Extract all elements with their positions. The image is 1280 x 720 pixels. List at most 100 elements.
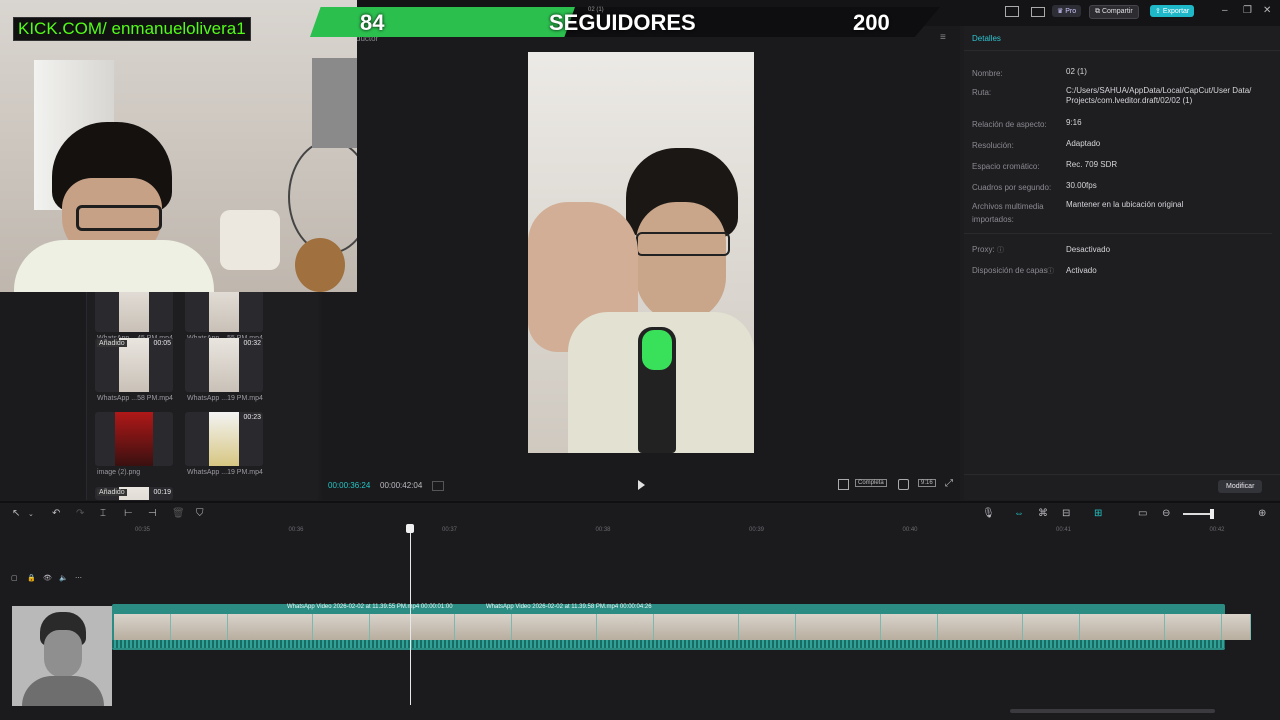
added-badge: Añadido bbox=[97, 489, 127, 496]
marker-icon[interactable]: ⛉ bbox=[196, 509, 204, 519]
pro-badge[interactable]: ♛ Pro bbox=[1052, 5, 1082, 17]
microphone-icon[interactable]: 🎙 bbox=[982, 509, 995, 519]
media-thumbnail[interactable] bbox=[95, 412, 173, 466]
select-dropdown-icon[interactable]: ⌄ bbox=[28, 510, 34, 520]
media-caption: WhatsApp ...19 PM.mp4 bbox=[187, 469, 263, 476]
close-icon[interactable]: ✕ bbox=[1263, 6, 1271, 16]
undo-icon[interactable]: ↶ bbox=[52, 509, 60, 519]
layout-icon[interactable] bbox=[1005, 6, 1019, 17]
added-badge: Añadido bbox=[97, 340, 127, 347]
redo-icon[interactable]: ↷ bbox=[76, 509, 84, 519]
clip-frame bbox=[568, 614, 597, 640]
details-tab[interactable]: Detalles bbox=[972, 34, 1001, 43]
media-caption: WhatsApp ...58 PM.mp4 bbox=[97, 395, 173, 402]
thumbnail-image bbox=[209, 338, 239, 392]
playhead-handle[interactable] bbox=[406, 524, 414, 533]
current-time: 00:00:36:24 bbox=[328, 481, 371, 490]
restore-icon[interactable]: ❐ bbox=[1243, 6, 1252, 16]
clip-frame bbox=[313, 614, 342, 640]
modify-label: Modificar bbox=[1226, 483, 1255, 490]
media-duration: 00:05 bbox=[153, 340, 171, 347]
playhead-line[interactable] bbox=[410, 530, 411, 705]
details-divider bbox=[964, 50, 1280, 51]
link-clips-icon[interactable]: ⇔ bbox=[1014, 509, 1024, 519]
select-tool-icon[interactable]: ↖ bbox=[12, 509, 20, 519]
quality-label: Completa bbox=[858, 480, 884, 486]
preview-video[interactable] bbox=[528, 52, 754, 453]
trim-left-icon[interactable]: ⊢ bbox=[124, 509, 133, 519]
split-icon[interactable]: ⌶ bbox=[100, 509, 106, 519]
fullscreen-icon[interactable]: ⤢ bbox=[945, 478, 953, 489]
clip-frame bbox=[284, 614, 313, 640]
guitar bbox=[295, 238, 345, 292]
export-button[interactable]: ⇪ Exportar bbox=[1150, 5, 1195, 17]
delete-icon[interactable]: 🗑 bbox=[172, 509, 185, 519]
detail-value: Adaptado bbox=[1066, 139, 1101, 148]
clip-frame bbox=[426, 614, 455, 640]
follower-label: SEGUIDORES bbox=[549, 10, 696, 35]
share-icon: ⧉ bbox=[1095, 8, 1102, 15]
track-cover-icon[interactable]: ▢ bbox=[11, 574, 18, 584]
layers-help-icon[interactable]: ⓘ bbox=[1047, 266, 1054, 276]
clip-1-label: WhatsApp Video 2026-02-02 at 11.39.55 PM… bbox=[287, 604, 453, 610]
zoom-slider-handle[interactable] bbox=[1210, 509, 1214, 519]
thumbnail-image bbox=[115, 412, 153, 466]
clip-frame bbox=[114, 614, 143, 640]
media-panel: WhatsApp ...45 PM.mp4WhatsApp ...55 PM.m… bbox=[0, 278, 318, 500]
track-audio-icon[interactable]: 🔈 bbox=[59, 574, 68, 584]
keyboard-icon[interactable] bbox=[1031, 7, 1045, 17]
media-thumbnail[interactable]: 00:05 Añadido bbox=[95, 338, 173, 392]
ratio-label: 9:16 bbox=[921, 480, 933, 486]
clip-frame bbox=[483, 614, 512, 640]
media-thumbnail[interactable]: 00:32 bbox=[185, 338, 263, 392]
clip-frame bbox=[1051, 614, 1080, 640]
media-thumbnail[interactable]: 00:23 bbox=[185, 412, 263, 466]
cover-thumbnail[interactable] bbox=[12, 606, 112, 706]
clip-frame bbox=[909, 614, 938, 640]
timecode-grid-icon[interactable] bbox=[432, 481, 444, 491]
clip-frame bbox=[654, 614, 683, 640]
zoom-in-icon[interactable]: ⊕ bbox=[1258, 509, 1266, 519]
detail-label: Archivos multimedia importados: bbox=[972, 202, 1044, 224]
track-lock-icon[interactable]: 🔒 bbox=[27, 574, 36, 584]
divider-2 bbox=[964, 233, 1272, 234]
media-thumbnail[interactable]: 00:19 Añadido bbox=[95, 487, 173, 500]
layers-label: Disposición de capas bbox=[972, 266, 1048, 275]
detail-label: Relación de aspecto: bbox=[972, 120, 1047, 129]
ratio-button[interactable]: 9:16 bbox=[918, 479, 936, 487]
focus-icon[interactable] bbox=[898, 479, 909, 490]
clip-frame bbox=[1136, 614, 1165, 640]
poster bbox=[312, 58, 357, 148]
zoom-slider[interactable] bbox=[1183, 513, 1213, 515]
thumbnail-image bbox=[209, 412, 239, 466]
timeline-scrollbar[interactable] bbox=[1010, 709, 1215, 713]
track-more-icon[interactable]: ⋯ bbox=[75, 574, 82, 584]
detail-label: Resolución: bbox=[972, 141, 1014, 150]
total-time: 00:00:42:04 bbox=[380, 481, 423, 490]
detail-value: 02 (1) bbox=[1066, 67, 1087, 76]
minimize-icon[interactable]: – bbox=[1222, 6, 1228, 16]
clip-frame bbox=[938, 614, 967, 640]
trim-right-icon[interactable]: ⊣ bbox=[148, 509, 157, 519]
share-button[interactable]: ⧉ Compartir bbox=[1089, 5, 1139, 19]
snapshot-icon[interactable] bbox=[838, 479, 849, 490]
preview-axis-icon[interactable]: ⊟ bbox=[1062, 509, 1070, 519]
proxy-help-icon[interactable]: ⓘ bbox=[997, 245, 1004, 255]
modify-button[interactable]: Modificar bbox=[1218, 480, 1263, 493]
follower-current: 84 bbox=[360, 10, 385, 35]
share-label: Compartir bbox=[1101, 8, 1133, 15]
player-menu-icon[interactable]: ≡ bbox=[940, 32, 946, 43]
quality-dropdown[interactable]: Completa bbox=[855, 479, 887, 487]
play-button[interactable] bbox=[638, 480, 645, 490]
magnet-icon[interactable]: ⌘ bbox=[1038, 509, 1048, 519]
audio-split-icon[interactable]: ⊞ bbox=[1094, 509, 1102, 519]
detail-value: 30.00fps bbox=[1066, 181, 1097, 190]
clip-frame bbox=[1080, 614, 1109, 640]
track-visibility-icon[interactable]: 👁 bbox=[43, 574, 52, 584]
microphone-light bbox=[642, 330, 672, 370]
clip-frame bbox=[625, 614, 654, 640]
subtitle-icon[interactable]: ▭ bbox=[1138, 509, 1147, 519]
zoom-out-icon[interactable]: ⊖ bbox=[1162, 509, 1170, 519]
streamer-shirt bbox=[14, 240, 214, 292]
clip-frame bbox=[228, 614, 257, 640]
